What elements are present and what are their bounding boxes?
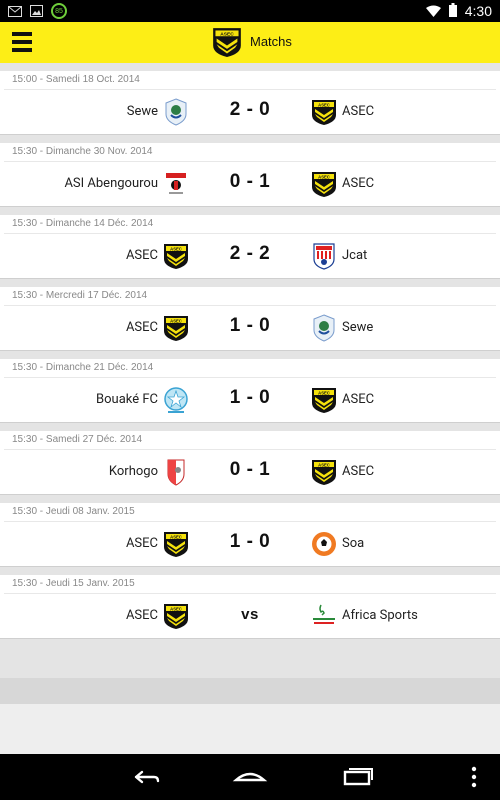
asec-logo-icon: ASEC [311, 458, 337, 486]
svg-text:ASEC: ASEC [170, 534, 182, 539]
asec-logo-icon: ASEC [311, 386, 337, 414]
bouake-logo-icon [163, 386, 189, 414]
match-score: vs [241, 606, 259, 623]
match-card[interactable]: 15:30 - Mercredi 17 Déc. 2014 ASEC ASEC … [0, 279, 500, 351]
asec-logo-icon: ASEC [163, 242, 189, 270]
wifi-icon [425, 2, 441, 21]
svg-text:ASEC: ASEC [170, 606, 182, 611]
match-row: ASEC ASEC 2 - 2 Jcat [0, 234, 500, 278]
battery-icon [448, 2, 457, 21]
svg-text:ASEC: ASEC [220, 31, 234, 37]
match-row: ASI Abengourou 0 - 1 ASEC ASEC [0, 162, 500, 206]
match-score: 1 - 0 [229, 531, 271, 552]
match-date: 15:00 - Samedi 18 Oct. 2014 [4, 71, 496, 90]
asec-logo-icon: ASEC [163, 602, 189, 630]
away-team-name: Jcat [342, 248, 368, 263]
korhogo-logo-icon [163, 458, 189, 486]
match-card[interactable]: 15:30 - Dimanche 30 Nov. 2014 ASI Abengo… [0, 135, 500, 207]
svg-text:ASEC: ASEC [318, 390, 330, 395]
away-team-name: ASEC [342, 392, 375, 407]
jcat-logo-icon [311, 242, 337, 270]
svg-text:ASEC: ASEC [170, 246, 182, 251]
match-row: ASEC ASEC vs Africa Sports [0, 594, 500, 638]
match-card[interactable]: 15:30 - Samedi 27 Déc. 2014 Korhogo 0 - … [0, 423, 500, 495]
clock: 4:30 [464, 3, 492, 19]
mail-icon [8, 2, 22, 21]
away-team-name: Soa [342, 536, 365, 551]
match-date: 15:30 - Jeudi 08 Janv. 2015 [4, 503, 496, 522]
match-date: 15:30 - Dimanche 14 Déc. 2014 [4, 215, 496, 234]
match-list: 15:00 - Samedi 18 Oct. 2014 Sewe 2 - 0 A… [0, 63, 500, 639]
match-score: 0 - 1 [229, 171, 271, 192]
home-team-name: ASEC [125, 248, 158, 263]
match-row: Sewe 2 - 0 ASEC ASEC [0, 90, 500, 134]
sewe-logo-icon [311, 314, 337, 342]
match-row: ASEC ASEC 1 - 0 Sewe [0, 306, 500, 350]
overflow-menu-icon[interactable] [460, 764, 500, 790]
asec-logo-icon: ASEC [163, 530, 189, 558]
home-team-name: ASEC [125, 608, 158, 623]
asec-logo-icon: ASEC [311, 98, 337, 126]
recent-apps-icon[interactable] [337, 764, 377, 790]
asi-logo-icon [163, 170, 189, 198]
svg-text:ASEC: ASEC [318, 174, 330, 179]
back-icon[interactable] [124, 764, 164, 790]
svg-text:ASEC: ASEC [318, 102, 330, 107]
home-icon[interactable] [230, 764, 270, 790]
sewe-logo-icon [163, 98, 189, 126]
match-card[interactable]: 15:30 - Dimanche 21 Déc. 2014 Bouaké FC … [0, 351, 500, 423]
match-date: 15:30 - Jeudi 15 Janv. 2015 [4, 575, 496, 594]
match-row: Bouaké FC 1 - 0 ASEC ASEC [0, 378, 500, 422]
status-bar: 85 4:30 [0, 0, 500, 22]
match-row: Korhogo 0 - 1 ASEC ASEC [0, 450, 500, 494]
match-score: 2 - 2 [229, 243, 271, 264]
away-team-name: ASEC [342, 104, 375, 119]
hamburger-menu-icon[interactable] [12, 32, 32, 52]
empty-area [0, 704, 500, 754]
away-team-name: ASEC [342, 176, 375, 191]
svg-text:ASEC: ASEC [170, 318, 182, 323]
match-date: 15:30 - Mercredi 17 Déc. 2014 [4, 287, 496, 306]
away-team-name: Sewe [342, 320, 374, 335]
svg-text:ASEC: ASEC [318, 462, 330, 467]
match-card[interactable]: 15:00 - Samedi 18 Oct. 2014 Sewe 2 - 0 A… [0, 63, 500, 135]
match-date: 15:30 - Samedi 27 Déc. 2014 [4, 431, 496, 450]
app-bar: ASEC Matchs [0, 22, 500, 63]
image-icon [30, 2, 43, 21]
match-card[interactable]: 15:30 - Jeudi 15 Janv. 2015 ASEC ASEC vs… [0, 567, 500, 639]
home-team-name: ASEC [125, 536, 158, 551]
match-score: 1 - 0 [229, 315, 271, 336]
home-team-name: Korhogo [108, 464, 158, 479]
match-date: 15:30 - Dimanche 21 Déc. 2014 [4, 359, 496, 378]
battery-level-badge: 85 [51, 3, 67, 19]
match-row: ASEC ASEC 1 - 0 Soa [0, 522, 500, 566]
match-date: 15:30 - Dimanche 30 Nov. 2014 [4, 143, 496, 162]
soa-logo-icon [311, 530, 337, 558]
list-footer [0, 678, 500, 704]
page-title: Matchs [250, 34, 292, 49]
asec-logo-icon: ASEC [163, 314, 189, 342]
match-score: 2 - 0 [229, 99, 271, 120]
africa-logo-icon [311, 602, 337, 630]
home-team-name: ASEC [125, 320, 158, 335]
match-score: 0 - 1 [229, 459, 271, 480]
asec-logo-icon: ASEC [311, 170, 337, 198]
away-team-name: Africa Sports [342, 608, 418, 623]
match-card[interactable]: 15:30 - Jeudi 08 Janv. 2015 ASEC ASEC 1 … [0, 495, 500, 567]
home-team-name: ASI Abengourou [64, 176, 158, 191]
away-team-name: ASEC [342, 464, 375, 479]
match-score: 1 - 0 [229, 387, 271, 408]
system-nav-bar [0, 754, 500, 800]
match-card[interactable]: 15:30 - Dimanche 14 Déc. 2014 ASEC ASEC … [0, 207, 500, 279]
home-team-name: Bouaké FC [96, 392, 158, 407]
home-team-name: Sewe [126, 104, 158, 119]
asec-logo-icon: ASEC [212, 25, 242, 63]
